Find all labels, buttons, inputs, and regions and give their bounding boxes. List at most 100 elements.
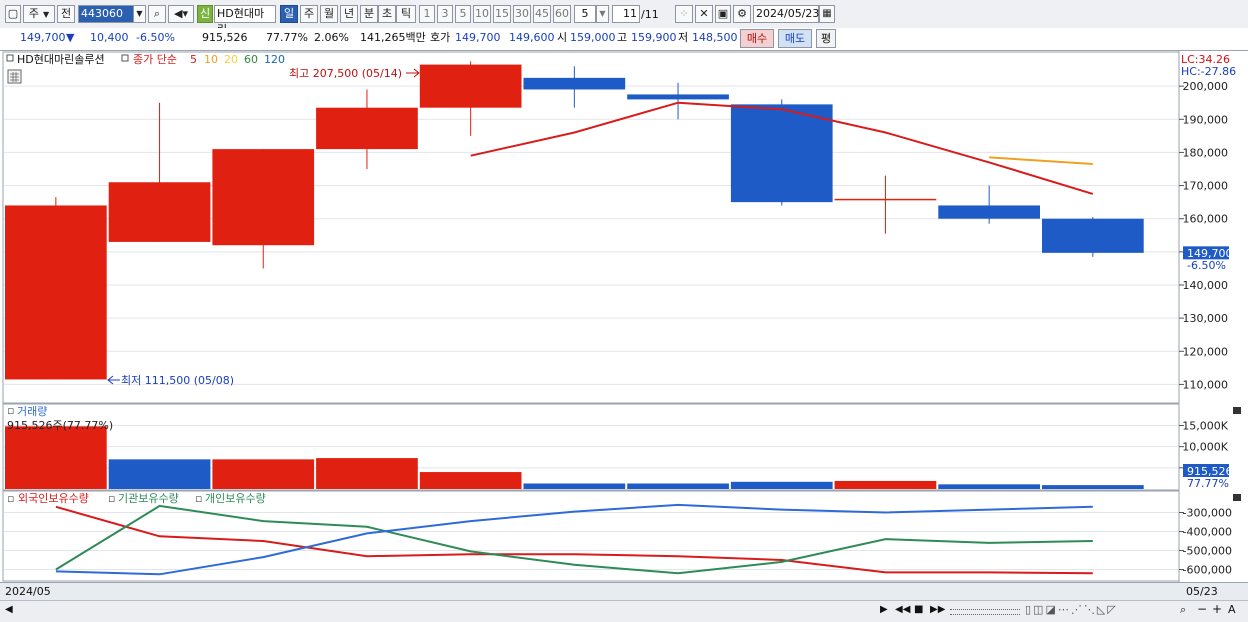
volume-pct: 77.77% (266, 31, 308, 44)
legend-ma60: 60 (244, 53, 258, 66)
scroll-left-icon[interactable]: ◀ (5, 604, 13, 615)
price-tick-label: 200,000 (1183, 80, 1229, 93)
holding-axis: -300,000 -400,000 -500,000 -600,000 (1179, 507, 1232, 577)
legend-ma-label: 종가 단순 (133, 53, 177, 66)
stop-icon[interactable]: ■ (914, 604, 923, 615)
tab-year[interactable]: 년 (340, 5, 358, 23)
tab-minute[interactable]: 분 (360, 5, 378, 23)
candle-body (5, 205, 107, 380)
gear-icon[interactable]: ⚙ (733, 5, 751, 23)
candle-body (523, 77, 626, 90)
candle-body (212, 149, 315, 246)
legend-stock-name: HD현대마린솔루션 (17, 53, 105, 66)
volume-bar (108, 459, 211, 489)
legend-institution: 기관보유수량 (118, 492, 179, 505)
interval-5[interactable]: 5 (455, 5, 471, 23)
holding-legend-box-icon: ▫ (108, 492, 115, 505)
open-label: 시 (557, 31, 568, 44)
trade-amount: 141,265백만 (360, 31, 426, 44)
last-pct-tag: -6.50% (1187, 259, 1226, 272)
price-change: 10,400 (90, 31, 129, 44)
count-input[interactable]: 5 (574, 5, 596, 23)
price-tick-label: 120,000 (1183, 345, 1229, 358)
volume-bar (1042, 485, 1144, 489)
low-price: 148,500 (692, 31, 738, 44)
price-tick-label: 190,000 (1183, 113, 1229, 126)
price-tick-label: 160,000 (1183, 213, 1229, 226)
speaker-icon[interactable]: ◀▾ (168, 5, 194, 23)
tab-month[interactable]: 월 (320, 5, 338, 23)
legend-individual: 개인보유수량 (205, 492, 266, 505)
eval-button[interactable]: 평 (816, 29, 836, 48)
count-dropdown-icon[interactable]: ▼ (596, 5, 609, 23)
interval-45[interactable]: 45 (533, 5, 551, 23)
zoom-search-icon[interactable]: ⌕ (1180, 603, 1186, 617)
date-input[interactable]: 2024/05/23 (753, 5, 819, 23)
candle-body (938, 205, 1040, 219)
holding-tick-label: -500,000 (1183, 545, 1232, 558)
page-input[interactable]: 11 (612, 5, 640, 23)
volume-tick-label: 15,000K (1182, 419, 1228, 432)
tab-day[interactable]: 일 (280, 5, 298, 23)
search-icon[interactable]: ⌕ (148, 5, 166, 23)
volume-title: ▫ (7, 404, 14, 417)
volume-bar (523, 483, 626, 489)
volume-bar (419, 472, 522, 489)
candle-body (316, 107, 418, 150)
scroll-right-icon[interactable]: ▶ (880, 604, 888, 615)
zoom-in-icon[interactable]: + (1212, 602, 1222, 616)
interval-15[interactable]: 15 (493, 5, 511, 23)
chart-scrollbar[interactable]: ◀ ▶ ◀◀ ■ ▶▶ ▯◫◪⋯⋰⋱◺◸ ⌕ − + A (0, 600, 1248, 622)
zoom-slider[interactable] (950, 609, 1020, 615)
volume-bar (627, 483, 729, 489)
chart-area[interactable]: 200,000190,000180,000170,000160,000150,0… (0, 51, 1248, 582)
volume-value: 915,526 (202, 31, 248, 44)
drawing-tools-icon[interactable]: ▯◫◪⋯⋰⋱◺◸ (1025, 603, 1118, 616)
interval-60[interactable]: 60 (553, 5, 571, 23)
new-listing-badge: 신 (197, 5, 213, 23)
candle-body (108, 182, 211, 242)
buy-button[interactable]: 매수 (740, 29, 774, 48)
compare-icon[interactable]: ⁘ (675, 5, 693, 23)
volume-panel-close-icon[interactable] (1233, 407, 1241, 414)
holding-lines (55, 503, 1093, 576)
interval-10[interactable]: 10 (473, 5, 491, 23)
font-size-icon[interactable]: A (1228, 603, 1236, 616)
ask-price: 149,700 (455, 31, 501, 44)
prev-button[interactable]: 전 (57, 5, 75, 23)
volume-bars (5, 426, 1144, 489)
candle-body (730, 104, 833, 203)
low-arrow-icon (107, 375, 120, 385)
rewind-icon[interactable]: ◀◀ (895, 604, 910, 615)
sell-button[interactable]: 매도 (778, 29, 812, 48)
code-dropdown-icon[interactable]: ▼ (133, 5, 146, 23)
holding-tick-label: -300,000 (1183, 507, 1232, 520)
holding-legend-box-icon: ▫ (7, 492, 14, 505)
legend-ma20: 20 (224, 53, 238, 66)
legend-box-icon (6, 54, 14, 62)
tab-week[interactable]: 주 (300, 5, 318, 23)
chevron-down-icon: ▼ (42, 10, 50, 19)
save-icon[interactable]: ▣ (715, 5, 731, 23)
window-toggle-icon[interactable]: ▢ (5, 5, 21, 23)
holding-panel-close-icon[interactable] (1233, 494, 1241, 501)
table-view-icon[interactable] (7, 69, 22, 84)
legend-box-icon (121, 54, 129, 62)
interval-3[interactable]: 3 (437, 5, 453, 23)
period-select[interactable]: 주 ▼ (23, 5, 55, 23)
start-date: 2024/05 (5, 585, 51, 598)
fast-forward-icon[interactable]: ▶▶ (930, 604, 945, 615)
zoom-out-icon[interactable]: − (1197, 602, 1207, 616)
volume-bar (730, 481, 833, 489)
calendar-icon[interactable]: ▦ (819, 5, 835, 23)
tab-tick[interactable]: 틱 (396, 5, 416, 23)
tab-second[interactable]: 초 (378, 5, 396, 23)
volume-current-label: 915,526주(77.77%) (7, 419, 113, 432)
legend-ma5: 5 (190, 53, 197, 66)
candle-body (1042, 218, 1144, 253)
interval-1[interactable]: 1 (419, 5, 435, 23)
interval-30[interactable]: 30 (513, 5, 531, 23)
stock-name-field[interactable]: HD현대마린 (214, 5, 276, 36)
holding-panel-frame (2, 490, 1180, 582)
crosshair-icon[interactable]: ✕ (695, 5, 713, 23)
